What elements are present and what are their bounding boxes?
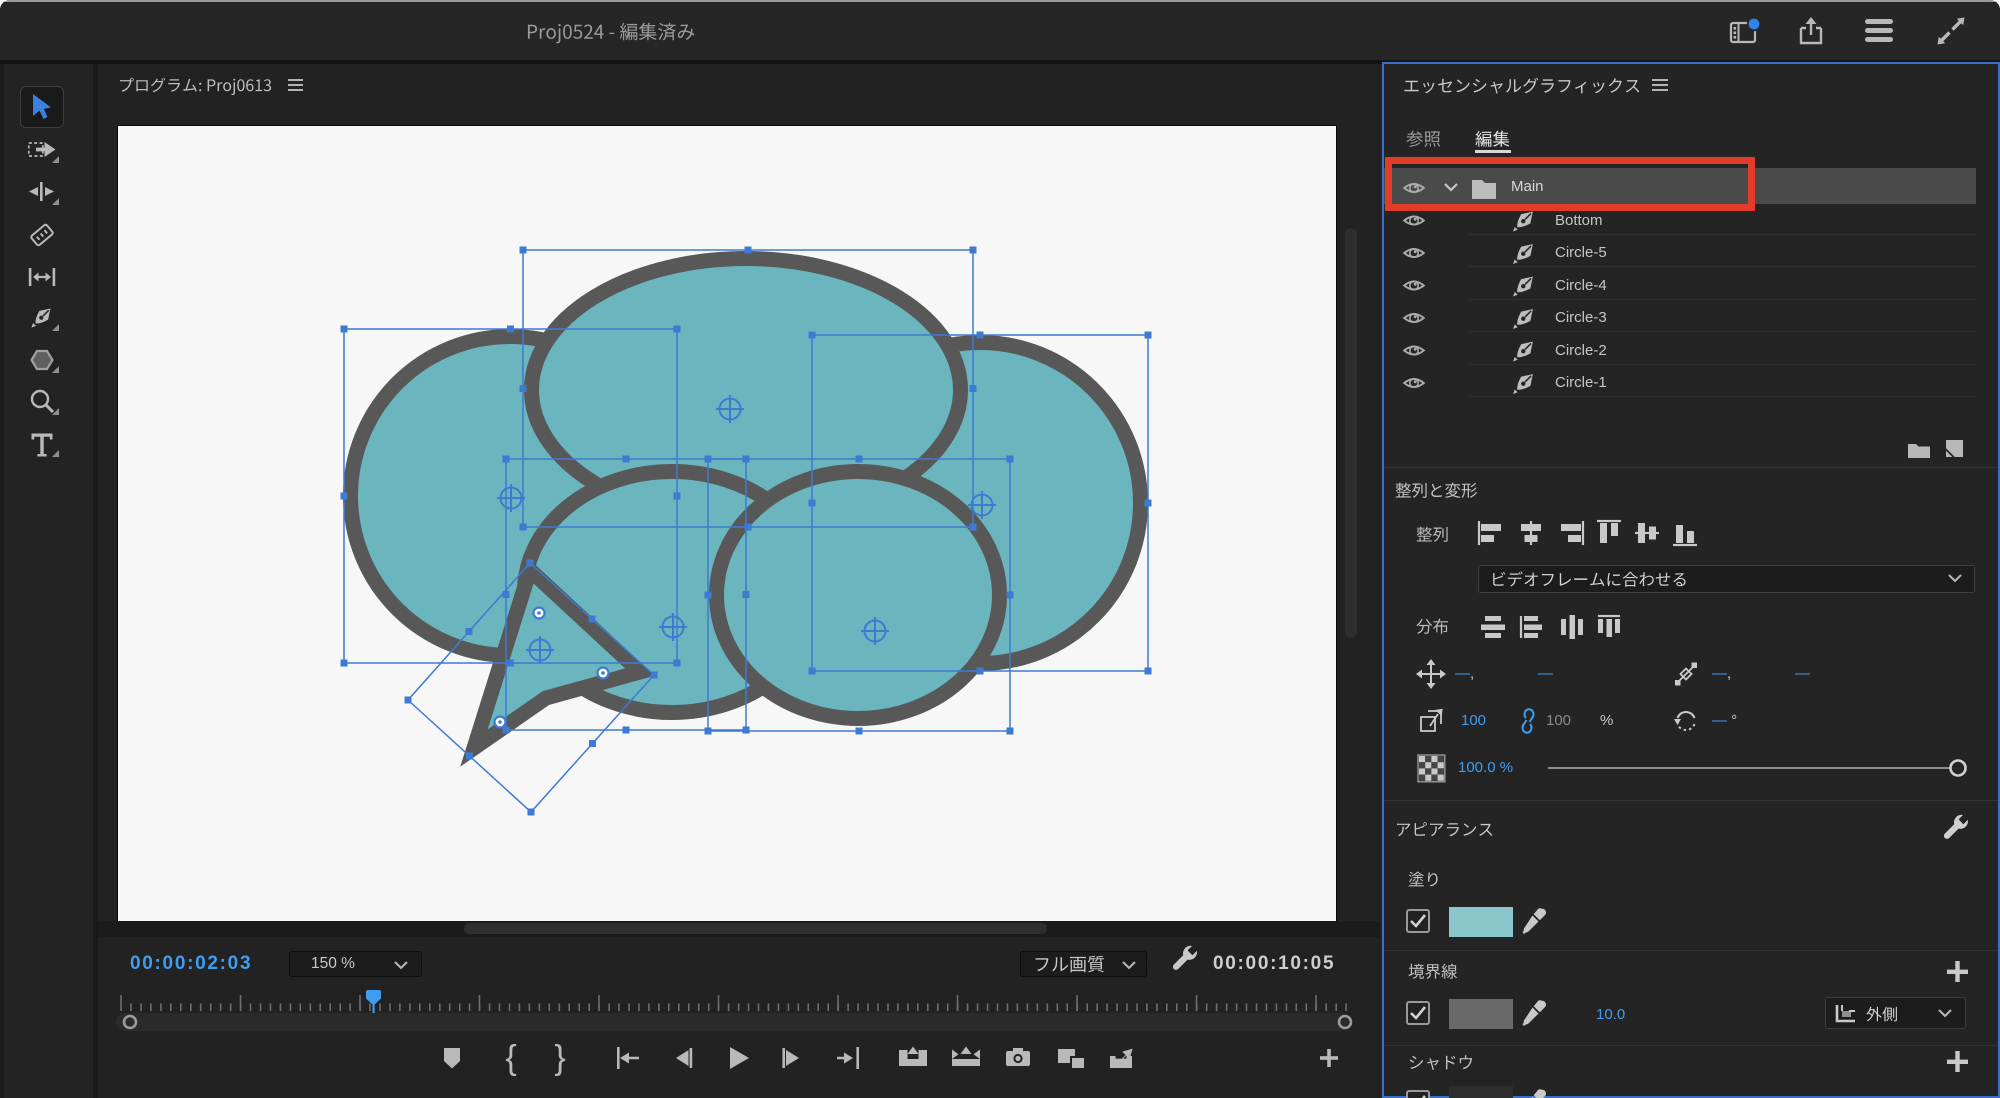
svg-text:}: } [554,1039,565,1077]
svg-text:{: { [505,1039,516,1077]
